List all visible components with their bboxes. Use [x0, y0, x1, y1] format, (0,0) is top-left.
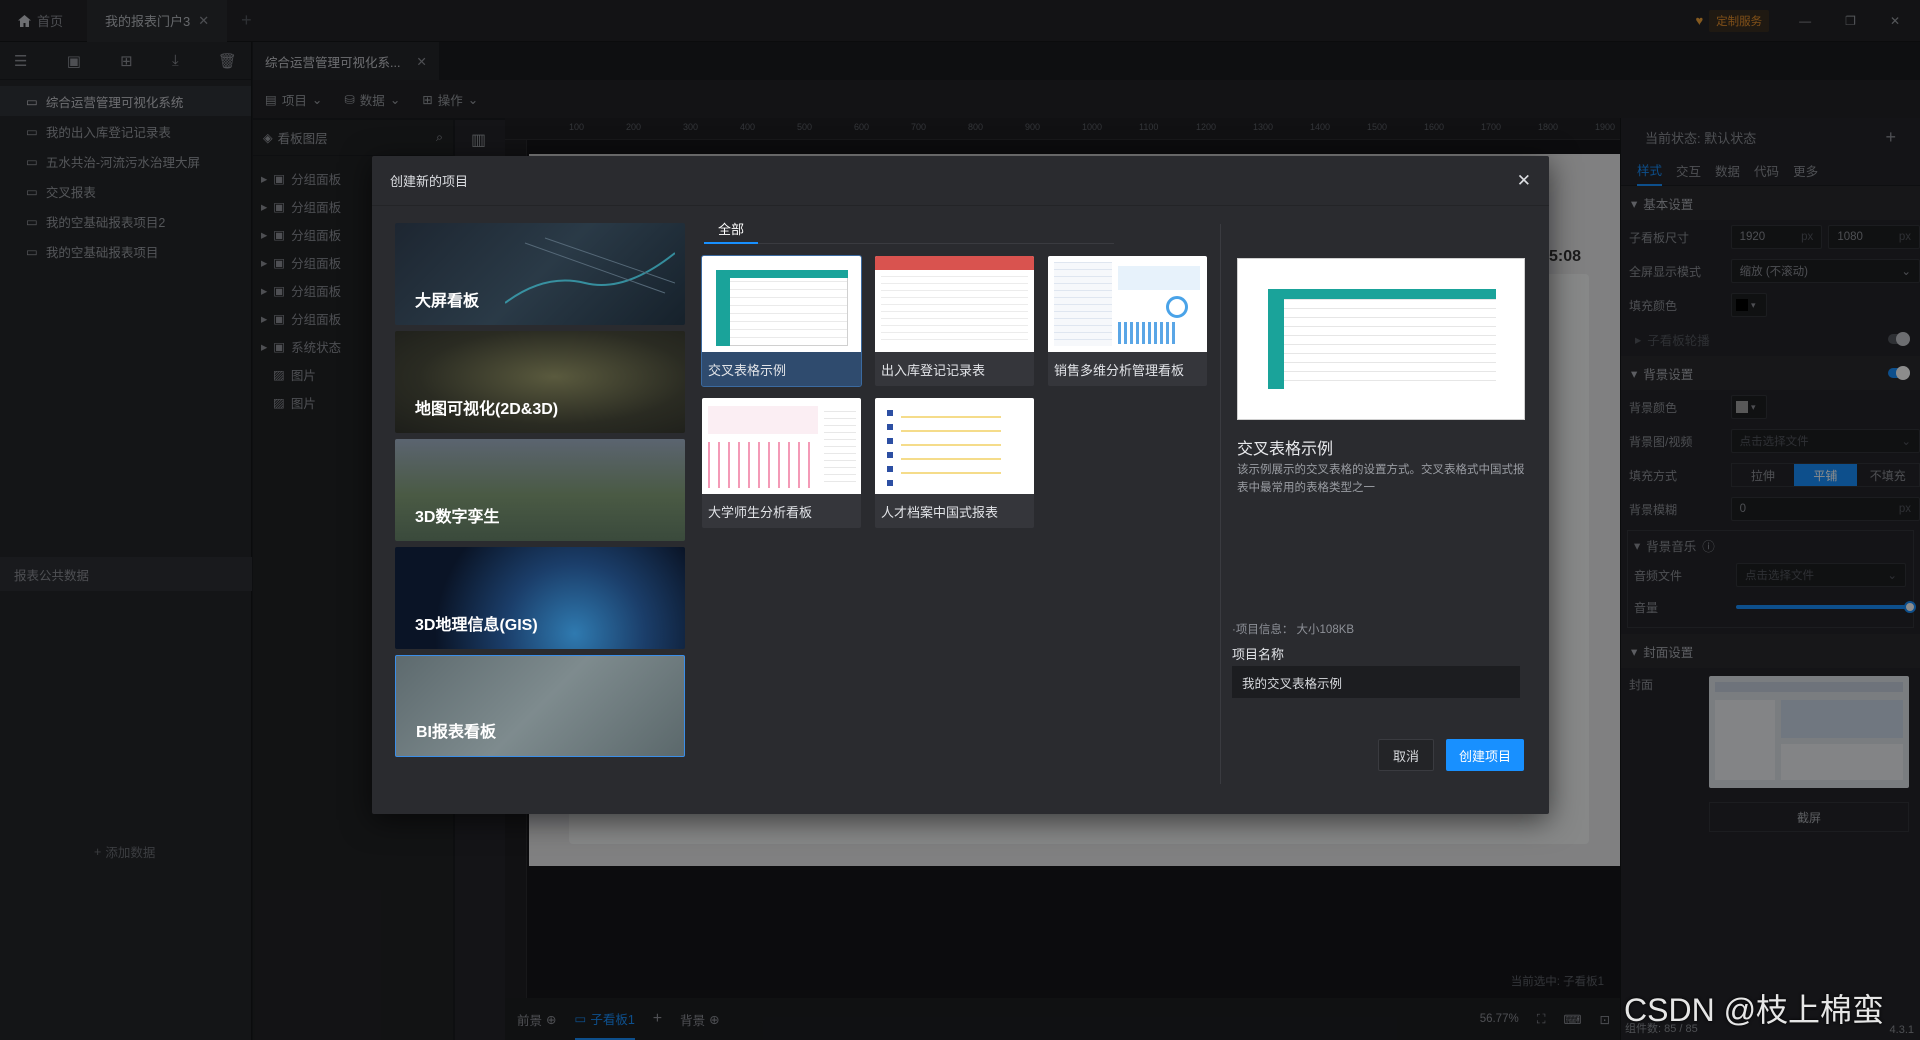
template-card[interactable]: 人才档案中国式报表 [875, 398, 1034, 528]
template-label: 销售多维分析管理看板 [1054, 362, 1185, 378]
category-digital-twin[interactable]: 3D数字孪生 [395, 439, 685, 541]
template-thumb [702, 398, 861, 494]
category-map[interactable]: 地图可视化(2D&3D) [395, 331, 685, 433]
category-bi[interactable]: BI报表看板 [395, 655, 685, 757]
preview-description: 该示例展示的交叉表格的设置方式。交叉表格式中国式报表中最常用的表格类型之一 [1237, 464, 1525, 494]
project-name-input[interactable]: 我的交叉表格示例 [1232, 666, 1520, 698]
template-card[interactable]: 大学师生分析看板 [702, 398, 861, 528]
create-project-modal: 创建新的项目 ✕ 大屏看板 地图可视化(2D&3D) 3D数字孪生 3D地理信息… [372, 156, 1549, 814]
modal-title: 创建新的项目 [390, 174, 469, 189]
template-card[interactable]: 销售多维分析管理看板 [1048, 256, 1207, 386]
big-screen-art [505, 237, 675, 304]
filter-tabs: 全部 [704, 214, 1114, 244]
project-name-value: 我的交叉表格示例 [1242, 676, 1343, 691]
template-thumb [702, 256, 861, 352]
category-label: 3D数字孪生 [415, 509, 500, 526]
category-big-screen[interactable]: 大屏看板 [395, 223, 685, 325]
template-label: 人才档案中国式报表 [881, 504, 999, 520]
watermark: CSDN @枝上棉蛮 [1624, 992, 1885, 1028]
template-card[interactable]: 交叉表格示例 [701, 255, 862, 387]
template-label: 大学师生分析看板 [708, 504, 813, 520]
template-card[interactable]: 出入库登记记录表 [875, 256, 1034, 386]
category-label: BI报表看板 [416, 724, 497, 741]
category-label: 3D地理信息(GIS) [415, 617, 538, 634]
preview-title: 交叉表格示例 [1237, 441, 1334, 458]
template-thumb [1048, 256, 1207, 352]
preview-image [1237, 258, 1525, 420]
template-thumb [875, 398, 1034, 494]
filter-tab-all[interactable]: 全部 [704, 214, 759, 244]
project-info: ·项目信息： 大小108KB [1232, 624, 1355, 636]
modal-close-icon[interactable]: ✕ [1517, 171, 1531, 191]
category-gis[interactable]: 3D地理信息(GIS) [395, 547, 685, 649]
template-label: 出入库登记记录表 [881, 362, 986, 378]
modal-divider [1220, 224, 1221, 784]
template-label: 交叉表格示例 [708, 362, 787, 378]
category-label: 大屏看板 [415, 293, 480, 310]
cancel-button[interactable]: 取消 [1378, 739, 1434, 771]
project-name-label: 项目名称 [1232, 647, 1285, 662]
create-project-button[interactable]: 创建项目 [1446, 739, 1524, 771]
template-thumb [875, 256, 1034, 352]
category-label: 地图可视化(2D&3D) [415, 401, 559, 418]
